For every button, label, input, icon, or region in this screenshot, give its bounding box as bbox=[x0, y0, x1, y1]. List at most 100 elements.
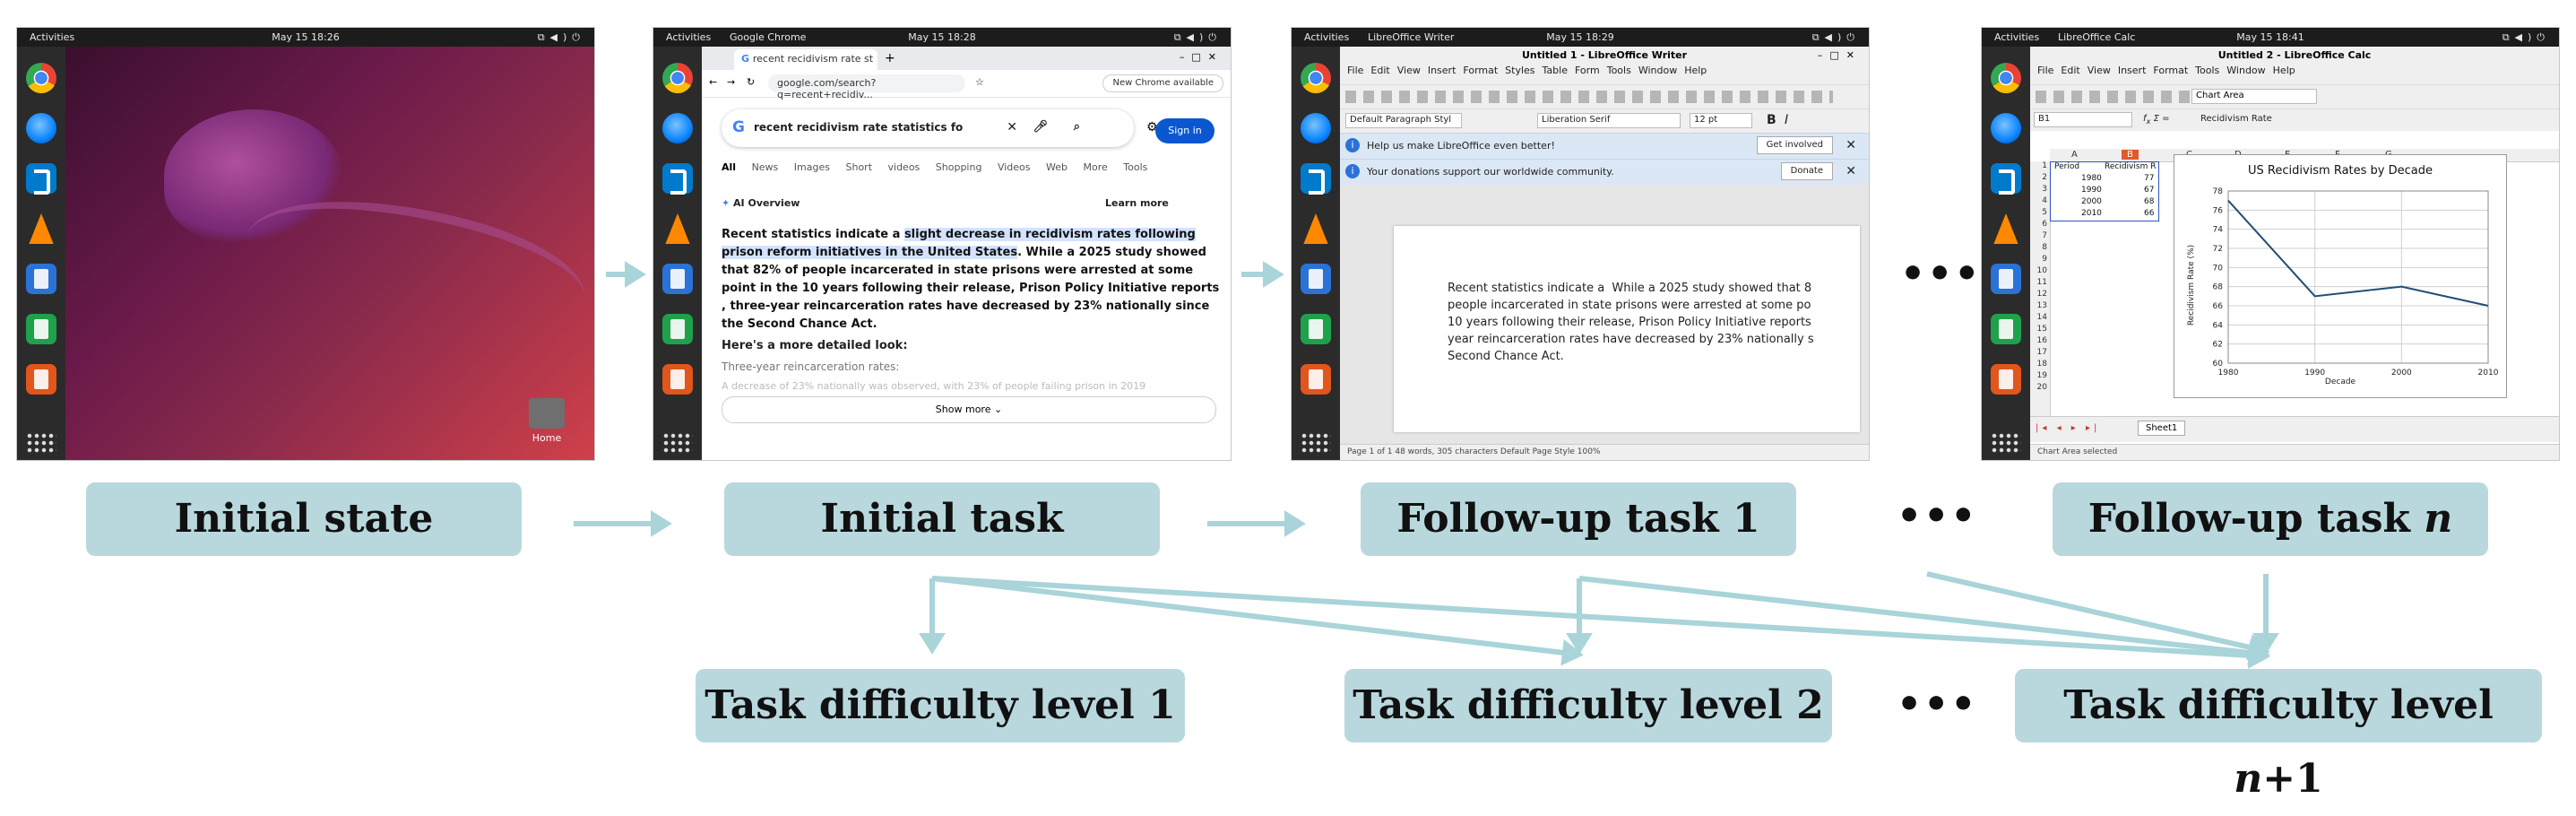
vscode-icon[interactable] bbox=[662, 163, 693, 195]
thunderbird-icon[interactable] bbox=[1301, 113, 1331, 143]
row-header[interactable]: 2 bbox=[2030, 173, 2050, 185]
document-page[interactable]: Recent statistics indicate a While a 202… bbox=[1394, 226, 1860, 432]
col-header-a[interactable]: A bbox=[2071, 150, 2078, 160]
cell[interactable]: 67 bbox=[2144, 186, 2154, 195]
tab-tools[interactable]: Tools bbox=[1123, 161, 1147, 173]
vscode-icon[interactable] bbox=[1301, 163, 1331, 195]
menu-window[interactable]: Window bbox=[2226, 65, 2265, 76]
cell[interactable]: 2010 bbox=[2081, 209, 2102, 218]
tab-images[interactable]: Images bbox=[794, 161, 830, 173]
formula-input[interactable]: Recidivism Rate bbox=[2200, 114, 2272, 124]
menu-help[interactable]: Help bbox=[2273, 65, 2295, 76]
cell[interactable]: 1990 bbox=[2081, 186, 2102, 195]
system-tray[interactable]: ⧉◀)⏻ bbox=[1174, 31, 1222, 44]
vlc-icon[interactable] bbox=[1993, 213, 2018, 244]
new-tab-button[interactable]: + bbox=[885, 51, 895, 65]
vlc-icon[interactable] bbox=[29, 213, 54, 244]
tab-news[interactable]: News bbox=[752, 161, 779, 173]
clock[interactable]: May 15 18:41 bbox=[2236, 31, 2304, 43]
menu-edit[interactable]: Edit bbox=[2061, 65, 2079, 76]
thunderbird-icon[interactable] bbox=[1991, 113, 2021, 143]
activities-button[interactable]: Activities bbox=[1994, 31, 2039, 43]
app-menu[interactable]: Google Chrome bbox=[730, 31, 806, 43]
font-name-select[interactable]: Liberation Serif bbox=[1537, 113, 1681, 128]
menu-insert[interactable]: Insert bbox=[1428, 65, 1457, 76]
cell[interactable]: 2000 bbox=[2081, 197, 2102, 206]
calc-icon[interactable] bbox=[662, 314, 693, 344]
document-text[interactable]: Recent statistics indicate a While a 202… bbox=[1448, 280, 1842, 365]
app-grid-icon[interactable] bbox=[1991, 432, 2021, 454]
chrome-icon[interactable] bbox=[1301, 63, 1331, 93]
system-tray[interactable]: ⧉◀)⏻ bbox=[1812, 31, 1860, 44]
bold-icon[interactable]: B bbox=[1767, 113, 1776, 127]
cell[interactable]: 77 bbox=[2144, 174, 2154, 183]
toolbar-icons[interactable] bbox=[1345, 91, 1833, 103]
close-icon[interactable]: ✕ bbox=[1846, 164, 1856, 178]
donate-button[interactable]: Donate bbox=[1780, 162, 1833, 180]
impress-icon[interactable] bbox=[1301, 364, 1331, 395]
impress-icon[interactable] bbox=[1991, 364, 2021, 395]
row-header[interactable]: 1 bbox=[2030, 161, 2050, 173]
menu-help[interactable]: Help bbox=[1684, 65, 1707, 76]
sign-in-button[interactable]: Sign in bbox=[1155, 118, 1215, 143]
menu-edit[interactable]: Edit bbox=[1370, 65, 1389, 76]
activities-button[interactable]: Activities bbox=[666, 31, 711, 43]
app-grid-icon[interactable] bbox=[662, 432, 693, 454]
tab-all[interactable]: All bbox=[722, 161, 736, 173]
thunderbird-icon[interactable] bbox=[26, 113, 56, 143]
row-header[interactable]: 7 bbox=[2030, 231, 2050, 243]
tab-short-videos[interactable]: Short videos bbox=[845, 161, 920, 173]
window-controls[interactable]: –□✕ bbox=[1818, 47, 1862, 65]
row-header[interactable]: 20 bbox=[2030, 383, 2050, 395]
system-tray[interactable]: ⧉◀)⏻ bbox=[538, 31, 585, 44]
cell[interactable]: Period bbox=[2054, 162, 2079, 171]
search-query[interactable]: recent recidivism rate statistics fo bbox=[754, 121, 963, 134]
app-menu[interactable]: LibreOffice Writer bbox=[1368, 31, 1454, 43]
calc-icon[interactable] bbox=[1301, 314, 1331, 344]
app-grid-icon[interactable] bbox=[1301, 432, 1331, 454]
function-icon[interactable]: fx Σ = bbox=[2143, 114, 2170, 126]
impress-icon[interactable] bbox=[26, 364, 56, 395]
vscode-icon[interactable] bbox=[26, 163, 56, 195]
show-more-button[interactable]: Show more ⌄ bbox=[722, 396, 1216, 423]
tab-more[interactable]: More bbox=[1084, 161, 1108, 173]
sheet-tab[interactable]: Sheet1 bbox=[2138, 421, 2186, 436]
name-box[interactable]: B1 bbox=[2034, 112, 2132, 127]
app-grid-icon[interactable] bbox=[26, 432, 56, 454]
mic-icon[interactable]: 🎤︎ bbox=[1033, 120, 1048, 134]
data-cells[interactable]: Period Recidivism R 1980 77 1990 67 2000 68 … bbox=[2050, 161, 2159, 221]
chrome-icon[interactable] bbox=[26, 63, 56, 93]
row-header[interactable]: 12 bbox=[2030, 290, 2050, 301]
col-header-b[interactable]: B bbox=[2122, 150, 2139, 160]
menu-file[interactable]: File bbox=[2037, 65, 2053, 76]
row-header[interactable]: 14 bbox=[2030, 313, 2050, 325]
menu-view[interactable]: View bbox=[1397, 65, 1421, 76]
row-header[interactable]: 11 bbox=[2030, 278, 2050, 290]
close-icon[interactable]: ✕ bbox=[1846, 138, 1856, 152]
tab-shopping[interactable]: Shopping bbox=[936, 161, 982, 173]
menu-file[interactable]: File bbox=[1347, 65, 1363, 76]
chrome-icon[interactable] bbox=[1991, 63, 2021, 93]
row-header[interactable]: 19 bbox=[2030, 371, 2050, 383]
row-header[interactable]: 5 bbox=[2030, 208, 2050, 220]
clock[interactable]: May 15 18:26 bbox=[272, 31, 339, 43]
calc-icon[interactable] bbox=[1991, 314, 2021, 344]
menu-view[interactable]: View bbox=[2088, 65, 2111, 76]
address-bar[interactable]: google.com/search?q=recent+recidiv... bbox=[768, 74, 965, 100]
menu-tools[interactable]: Tools bbox=[2195, 65, 2219, 76]
clock[interactable]: May 15 18:29 bbox=[1546, 31, 1613, 43]
row-header[interactable]: 17 bbox=[2030, 348, 2050, 360]
clear-icon[interactable]: ✕ bbox=[1007, 120, 1017, 135]
menu-insert[interactable]: Insert bbox=[2118, 65, 2147, 76]
search-box[interactable]: G recent recidivism rate statistics fo ✕… bbox=[722, 109, 1134, 147]
row-header[interactable]: 10 bbox=[2030, 266, 2050, 278]
menu-tools[interactable]: Tools bbox=[1607, 65, 1631, 76]
row-header[interactable]: 16 bbox=[2030, 336, 2050, 348]
writer-icon[interactable] bbox=[1991, 264, 2021, 294]
row-header[interactable]: 18 bbox=[2030, 360, 2050, 371]
writer-icon[interactable] bbox=[662, 264, 693, 294]
tab-videos[interactable]: Videos bbox=[998, 161, 1031, 173]
app-menu[interactable]: LibreOffice Calc bbox=[2058, 31, 2135, 43]
row-header[interactable]: 6 bbox=[2030, 220, 2050, 231]
row-header[interactable]: 8 bbox=[2030, 243, 2050, 255]
